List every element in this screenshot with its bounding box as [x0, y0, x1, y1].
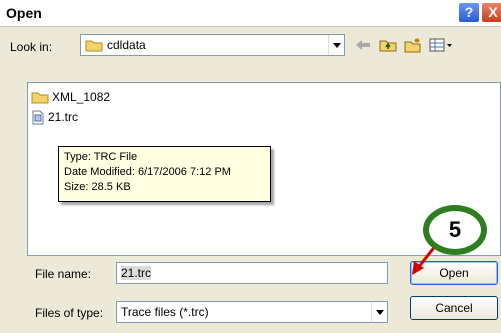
open-dialog: Open ? X Look in: cdldata XML_1082 21.tr… — [0, 0, 501, 333]
pointer-arrow-icon — [412, 244, 438, 275]
step-callout: 5 — [423, 205, 487, 255]
